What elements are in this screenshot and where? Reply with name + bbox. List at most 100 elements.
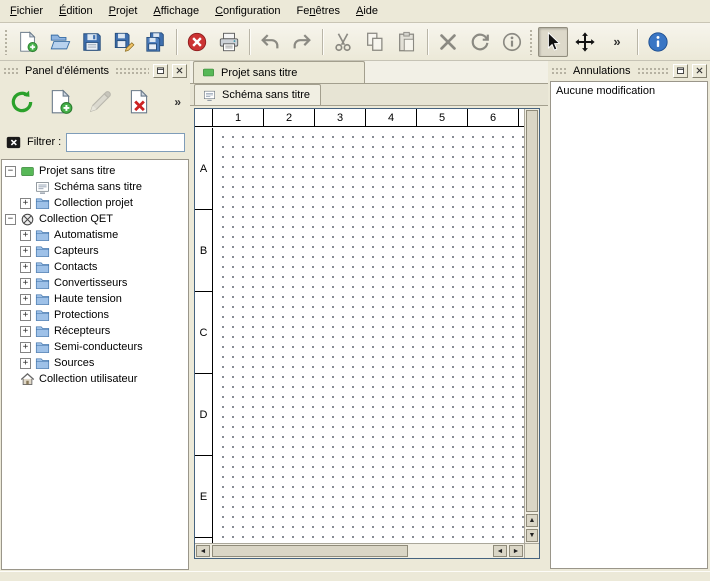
- open-project-button[interactable]: [45, 27, 75, 57]
- column-label: 3: [315, 109, 366, 126]
- save-project-button[interactable]: [77, 27, 107, 57]
- plus-expander[interactable]: +: [20, 246, 31, 257]
- redo-button[interactable]: [287, 27, 317, 57]
- horizontal-scrollbar-track[interactable]: [410, 545, 491, 557]
- tree-item-label: Semi-conducteurs: [54, 341, 143, 353]
- tab-schema[interactable]: Schéma sans titre: [194, 84, 321, 105]
- save-all-button[interactable]: [141, 27, 171, 57]
- vertical-scrollbar[interactable]: ▲ ▼: [524, 109, 539, 543]
- dock-grip[interactable]: [3, 67, 19, 75]
- elements-panel-titlebar[interactable]: Panel d'éléments: [0, 61, 190, 80]
- undo-dock-titlebar[interactable]: Annulations: [548, 61, 710, 80]
- scroll-left-button[interactable]: ◄: [196, 545, 210, 557]
- delete-button[interactable]: [433, 27, 463, 57]
- dock-grip[interactable]: [115, 67, 149, 75]
- print-button[interactable]: [214, 27, 244, 57]
- minus-expander[interactable]: −: [5, 214, 16, 225]
- panel-toolbar-overflow-button[interactable]: »: [171, 95, 184, 109]
- scroll-up-button[interactable]: ▲: [526, 514, 538, 527]
- undo-button[interactable]: [255, 27, 285, 57]
- new-project-button[interactable]: [13, 27, 43, 57]
- tree-item-semi-conducteurs[interactable]: + Semi-conducteurs: [2, 339, 188, 355]
- about-button[interactable]: [643, 27, 673, 57]
- cut-button[interactable]: [328, 27, 358, 57]
- newdoc-icon: [17, 31, 39, 53]
- float-dock-button[interactable]: [153, 64, 168, 78]
- close-dock-button[interactable]: [692, 64, 707, 78]
- tree-item-automatisme[interactable]: +Automatisme: [2, 227, 188, 243]
- scroll-left-button-secondary[interactable]: ◄: [493, 545, 507, 557]
- menu-configuration[interactable]: Configuration: [207, 1, 288, 21]
- plus-expander[interactable]: +: [20, 230, 31, 241]
- float-icon: [676, 66, 685, 75]
- toolbar-handle[interactable]: [4, 29, 8, 55]
- tree-item-capteurs[interactable]: +Capteurs: [2, 243, 188, 259]
- close-project-button[interactable]: [182, 27, 212, 57]
- plus-expander[interactable]: +: [20, 262, 31, 273]
- horizontal-scrollbar-thumb[interactable]: [212, 545, 408, 557]
- edit-element-button[interactable]: [84, 86, 116, 118]
- column-header: 123456: [195, 109, 524, 127]
- plus-expander[interactable]: +: [20, 278, 31, 289]
- selection-mode-button[interactable]: [538, 27, 568, 57]
- horizontal-scrollbar[interactable]: ◄ ◄ ►: [195, 543, 524, 558]
- vertical-scrollbar-thumb[interactable]: [526, 110, 538, 512]
- home-icon: [20, 372, 35, 387]
- cursor-icon: [542, 31, 564, 53]
- application-window: FichierÉditionProjetAffichageConfigurati…: [0, 0, 710, 581]
- tree-item-protections[interactable]: +Protections: [2, 307, 188, 323]
- row-label: B: [195, 210, 212, 292]
- conductor-properties-button[interactable]: [497, 27, 527, 57]
- tree-item-collection-utilisateur[interactable]: Collection utilisateur: [2, 371, 188, 387]
- diagram-canvas[interactable]: [214, 128, 524, 543]
- scroll-down-button[interactable]: ▼: [526, 529, 538, 542]
- minus-expander[interactable]: −: [5, 166, 16, 177]
- new-element-button[interactable]: [45, 86, 77, 118]
- plus-expander[interactable]: +: [20, 342, 31, 353]
- tree-item-haute-tension[interactable]: +Haute tension: [2, 291, 188, 307]
- filter-input[interactable]: [66, 133, 185, 152]
- menu-projet[interactable]: Projet: [101, 1, 146, 21]
- tab-project[interactable]: Projet sans titre: [193, 61, 365, 83]
- tree-item-contacts[interactable]: +Contacts: [2, 259, 188, 275]
- menu-fenetres[interactable]: Fenêtres: [289, 1, 348, 21]
- menu-fichier[interactable]: Fichier: [2, 1, 51, 21]
- close-icon: [695, 66, 704, 75]
- menu-edition[interactable]: Édition: [51, 1, 101, 21]
- visualisation-mode-button[interactable]: [570, 27, 600, 57]
- menu-affichage[interactable]: Affichage: [145, 1, 207, 21]
- row-label: C: [195, 292, 212, 374]
- copy-button[interactable]: [360, 27, 390, 57]
- tree-item-collection-qet[interactable]: −Collection QET: [2, 211, 188, 227]
- reload-collections-button[interactable]: [6, 86, 38, 118]
- dock-grip[interactable]: [551, 67, 567, 75]
- toolbar-handle[interactable]: [529, 29, 533, 55]
- tree-item-recepteurs[interactable]: +Récepteurs: [2, 323, 188, 339]
- close-dock-button[interactable]: [172, 64, 187, 78]
- plus-expander[interactable]: +: [20, 294, 31, 305]
- plus-expander[interactable]: +: [20, 326, 31, 337]
- float-dock-button[interactable]: [673, 64, 688, 78]
- toolbar-overflow-button[interactable]: »: [602, 27, 632, 57]
- dock-grip[interactable]: [637, 67, 670, 75]
- project-icon: [20, 164, 35, 179]
- undo-list[interactable]: Aucune modification: [550, 81, 708, 569]
- plus-expander[interactable]: +: [20, 358, 31, 369]
- tree-item-schema-sans-titre[interactable]: Schéma sans titre: [2, 179, 188, 195]
- rotate-button[interactable]: [465, 27, 495, 57]
- scroll-right-button[interactable]: ►: [509, 545, 523, 557]
- plus-expander[interactable]: +: [20, 310, 31, 321]
- filter-row: Filtrer :: [0, 130, 190, 154]
- infoblue-icon: [647, 31, 669, 53]
- clear-filter-button[interactable]: [5, 134, 22, 151]
- tree-item-convertisseurs[interactable]: +Convertisseurs: [2, 275, 188, 291]
- menu-aide[interactable]: Aide: [348, 1, 386, 21]
- tree-item-sources[interactable]: +Sources: [2, 355, 188, 371]
- plus-expander[interactable]: +: [20, 198, 31, 209]
- delete-element-button[interactable]: [123, 86, 155, 118]
- paste-button[interactable]: [392, 27, 422, 57]
- save-project-as-button[interactable]: [109, 27, 139, 57]
- tree-item-projet-sans-titre[interactable]: −Projet sans titre: [2, 163, 188, 179]
- diagram-sheet[interactable]: 123456 ABCDE: [195, 109, 524, 543]
- tree-item-collection-projet[interactable]: +Collection projet: [2, 195, 188, 211]
